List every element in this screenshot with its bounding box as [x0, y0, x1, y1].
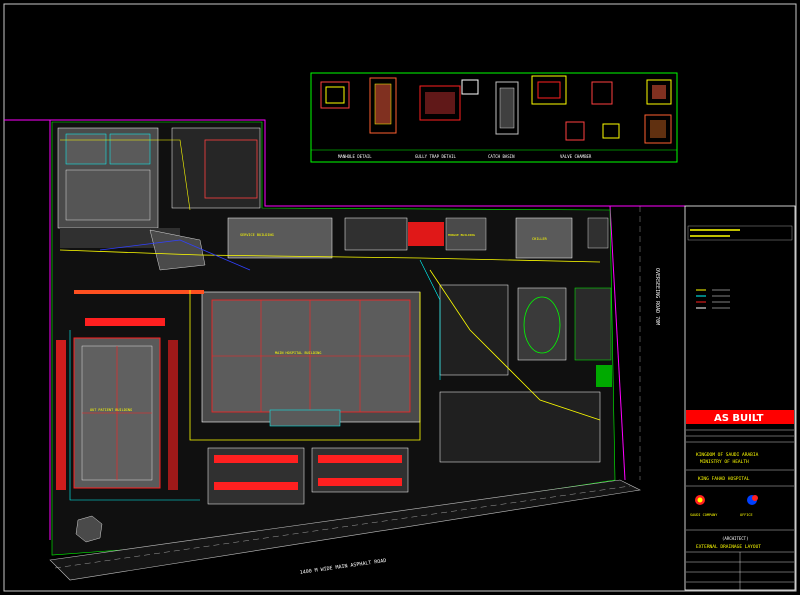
- cad-drawing-canvas[interactable]: MANHOLE DETAIL GULLY TRAP DETAIL CATCH B…: [0, 0, 800, 595]
- detail-caption-4: VALVE CHAMBER: [560, 154, 592, 159]
- label-south-road: 1400 M WIDE MAIN ASPHALT ROAD: [299, 558, 386, 576]
- contractor-logo: [695, 495, 705, 505]
- section-label: (ARCHITECT): [722, 536, 749, 541]
- client-line-2: MINISTRY OF HEALTH: [700, 459, 749, 465]
- client-line-1: KINGDOM OF SAUDI ARABIA: [696, 452, 759, 458]
- detail-caption-2: GULLY TRAP DETAIL: [415, 154, 457, 159]
- label-main-building: MAIN HOSPITAL BUILDING: [275, 351, 321, 355]
- site-plan: OUT PATIENT BUILDING MAIN HOSPITAL BUILD…: [4, 119, 685, 581]
- sheet-title: EXTERNAL DRAINAGE LAYOUT: [696, 544, 761, 550]
- project-name: KING FAHAD HOSPITAL: [698, 476, 750, 482]
- label-north-a: SERVICE BUILDING: [240, 233, 274, 237]
- title-block: AS BUILT KINGDOM OF SAUDI ARABIA MINISTR…: [684, 205, 796, 591]
- label-east-road: OVERSEEING ROAD 70M: [654, 268, 660, 325]
- detail-caption-3: CATCH BASIN: [488, 154, 515, 159]
- label-north-b: MORGUE BUILDING: [448, 233, 475, 237]
- label-north-c: CHILLER: [532, 237, 548, 241]
- contractor-name: SAUDI COMPANY: [690, 513, 718, 517]
- label-west-building: OUT PATIENT BUILDING: [90, 408, 132, 412]
- as-built-text: AS BUILT: [714, 413, 764, 424]
- consultant-name: OFFICE: [740, 513, 753, 517]
- details-sheet: MANHOLE DETAIL GULLY TRAP DETAIL CATCH B…: [310, 72, 678, 163]
- detail-caption-1: MANHOLE DETAIL: [338, 154, 372, 159]
